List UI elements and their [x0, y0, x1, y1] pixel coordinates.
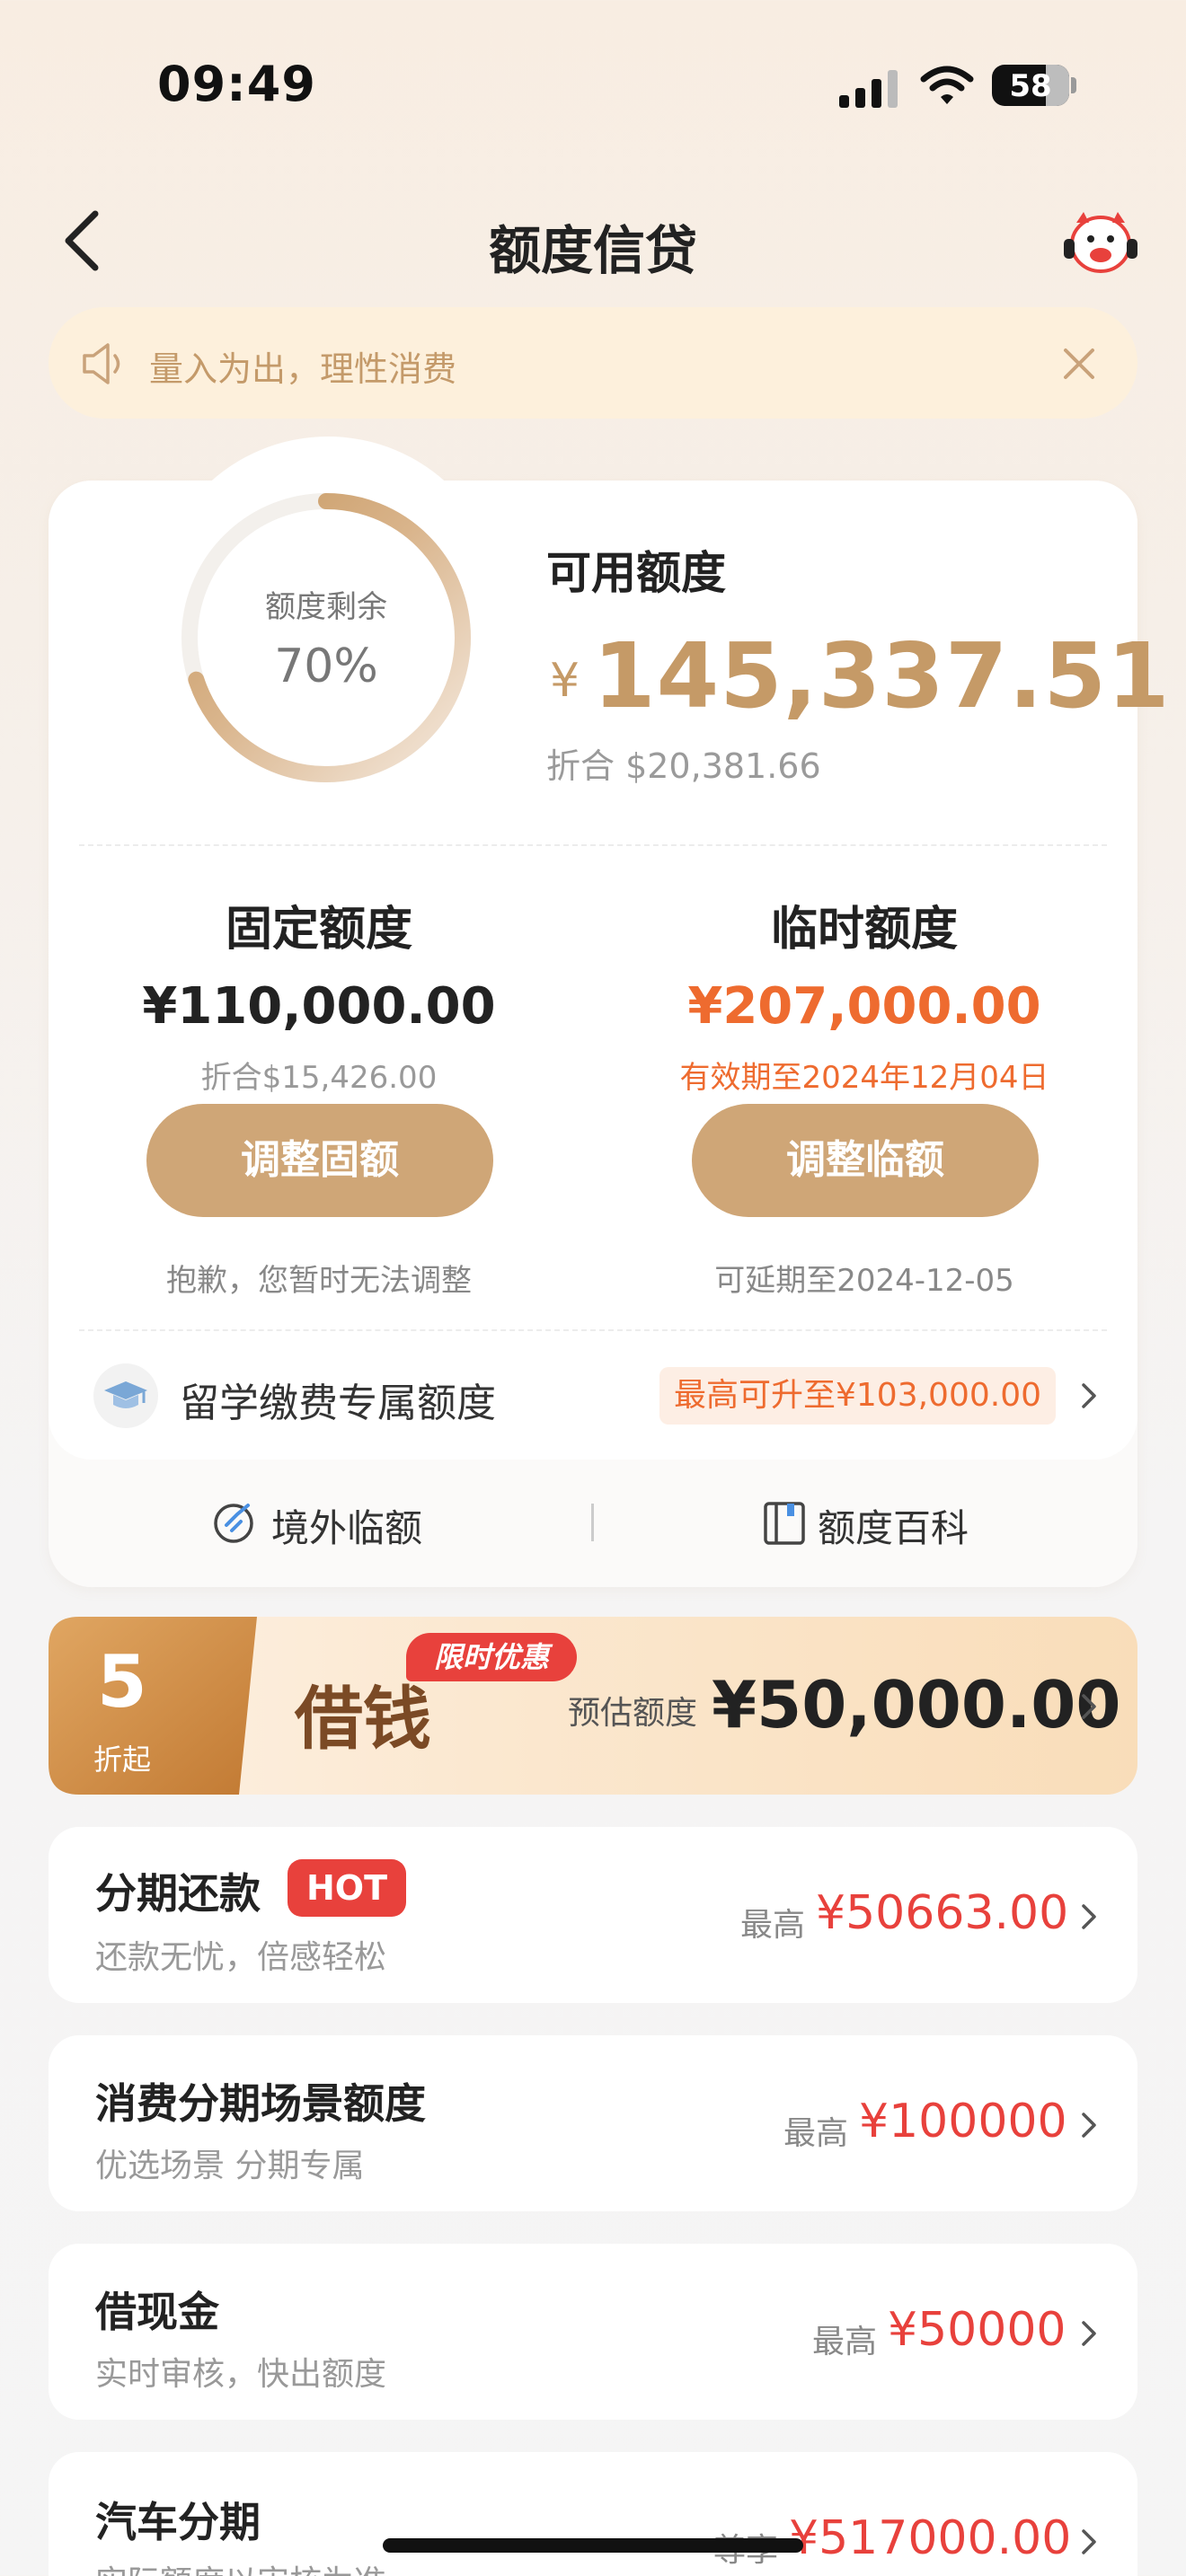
- quota-encyclopedia-link[interactable]: 额度百科: [818, 1498, 969, 1553]
- available-quota-label: 可用额度: [546, 547, 726, 599]
- battery-tip: [1071, 77, 1076, 93]
- adjust-temp-button[interactable]: 调整临额: [692, 1104, 1039, 1217]
- book-icon: [764, 1502, 805, 1545]
- globe-plane-icon: [214, 1504, 253, 1543]
- tools-divider: [591, 1504, 594, 1541]
- notice-text: 量入为出，理性消费: [149, 349, 457, 389]
- product-subtitle: 实际额度以审核为准: [95, 2556, 386, 2576]
- product-max-value: ¥517000.00: [789, 2511, 1072, 2565]
- chevron-right-icon[interactable]: [1076, 1689, 1102, 1725]
- temp-quota-title: 临时额度: [770, 903, 958, 957]
- remaining-ring: [181, 493, 471, 782]
- chevron-right-icon[interactable]: [1076, 2316, 1102, 2351]
- temp-quota-note: 可延期至2024-12-05: [714, 1263, 1014, 1299]
- study-abroad-label[interactable]: 留学缴费专属额度: [180, 1371, 496, 1428]
- battery-icon: 58: [992, 65, 1069, 106]
- estimate-label: 预估额度: [568, 1695, 698, 1732]
- limited-offer-tag: 限时优惠: [406, 1633, 577, 1681]
- page-title: 额度信贷: [488, 220, 697, 281]
- fixed-quota-title: 固定额度: [225, 903, 412, 957]
- chevron-right-icon[interactable]: [1076, 2524, 1102, 2560]
- divider: [79, 844, 1107, 846]
- estimate-amount: ¥50,000.00: [712, 1667, 1121, 1742]
- fixed-quota-note: 抱歉，您暂时无法调整: [166, 1263, 472, 1299]
- product-max-value: ¥50663.00: [816, 1886, 1069, 1940]
- speaker-icon: [83, 343, 120, 384]
- adjust-fixed-button[interactable]: 调整固额: [146, 1104, 493, 1217]
- temp-quota-validity: 有效期至2024年12月04日: [679, 1060, 1049, 1096]
- fixed-quota-converted: 折合$15,426.00: [200, 1060, 438, 1096]
- overseas-temp-quota-link[interactable]: 境外临额: [271, 1498, 422, 1553]
- remaining-percent: 70%: [274, 640, 378, 693]
- available-quota-amount: 145,337.51: [593, 623, 1171, 728]
- product-subtitle: 实时审核，快出额度: [95, 2356, 387, 2393]
- fixed-quota-amount: ¥110,000.00: [142, 977, 496, 1036]
- chevron-right-icon[interactable]: [1076, 1378, 1102, 1414]
- product-max-label: 最高: [783, 2115, 849, 2152]
- cellular-signal-icon: [839, 68, 898, 108]
- discount-ribbon: [49, 1617, 257, 1795]
- chevron-right-icon[interactable]: [1076, 2107, 1102, 2143]
- product-max-value: ¥50000: [888, 2303, 1067, 2357]
- remaining-label: 额度剩余: [265, 589, 387, 625]
- status-time: 09:49: [157, 56, 316, 112]
- product-title: 消费分期场景额度: [95, 2079, 426, 2128]
- available-converted-amount: 折合 $20,381.66: [546, 746, 821, 786]
- home-indicator[interactable]: [383, 2538, 803, 2553]
- temp-quota-amount: ¥207,000.00: [687, 977, 1041, 1036]
- product-title: 汽车分期: [95, 2498, 261, 2546]
- product-max-label: 最高: [812, 2324, 878, 2360]
- mascot-customer-service-icon[interactable]: [1060, 203, 1141, 278]
- graduation-cap-icon: [104, 1381, 147, 1408]
- product-subtitle: 优选场景 分期专属: [95, 2148, 365, 2184]
- discount-number: 5: [97, 1640, 147, 1724]
- discount-suffix: 折起: [93, 1742, 152, 1777]
- close-icon[interactable]: [1058, 343, 1100, 384]
- product-subtitle: 还款无忧，倍感轻松: [95, 1939, 387, 1976]
- chevron-right-icon[interactable]: [1076, 1899, 1102, 1935]
- wifi-icon: [920, 66, 974, 104]
- hot-badge: HOT: [288, 1859, 406, 1917]
- currency-symbol: ¥: [550, 654, 580, 708]
- study-abroad-badge: 最高可升至¥103,000.00: [659, 1367, 1057, 1425]
- product-title: 借现金: [95, 2288, 219, 2336]
- product-max-label: 最高: [740, 1907, 806, 1944]
- product-max-value: ¥100000: [859, 2095, 1067, 2148]
- battery-level: 58: [1009, 68, 1052, 104]
- divider: [79, 1329, 1107, 1331]
- product-title: 分期还款: [95, 1869, 261, 1918]
